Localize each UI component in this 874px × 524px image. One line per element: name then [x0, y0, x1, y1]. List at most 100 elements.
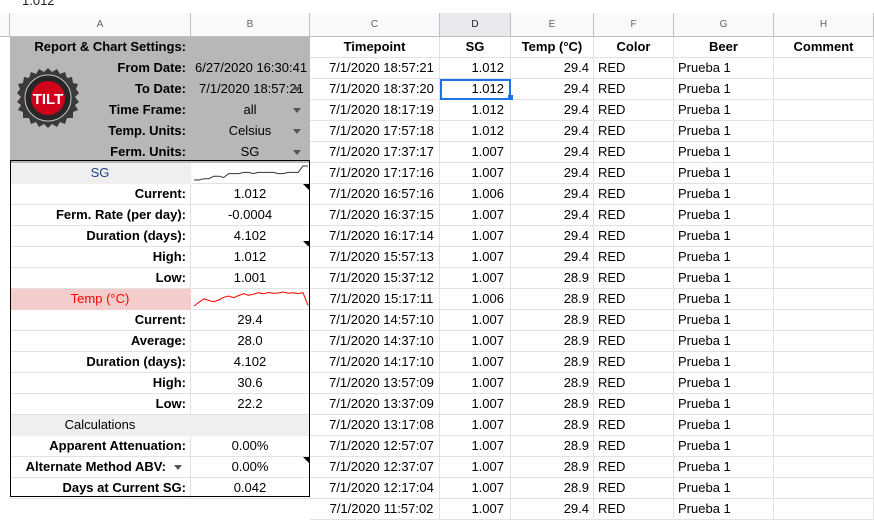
beer-cell[interactable]: Prueba 1: [674, 415, 774, 436]
beer-cell[interactable]: Prueba 1: [674, 352, 774, 373]
sg-cell[interactable]: 1.007: [440, 142, 511, 163]
color-cell[interactable]: RED: [594, 436, 674, 457]
comment-cell[interactable]: [774, 331, 874, 352]
temp-cell[interactable]: 28.9: [511, 457, 594, 478]
color-cell[interactable]: RED: [594, 142, 674, 163]
beer-cell[interactable]: Prueba 1: [674, 121, 774, 142]
comment-cell[interactable]: [774, 289, 874, 310]
color-cell[interactable]: RED: [594, 100, 674, 121]
beer-cell[interactable]: Prueba 1: [674, 436, 774, 457]
beer-cell[interactable]: Prueba 1: [674, 205, 774, 226]
comment-cell[interactable]: [774, 226, 874, 247]
timepoint-cell[interactable]: 7/1/2020 15:37:12: [310, 268, 440, 289]
comment-cell[interactable]: [774, 352, 874, 373]
timepoint-cell[interactable]: 7/1/2020 16:17:14: [310, 226, 440, 247]
beer-cell[interactable]: Prueba 1: [674, 142, 774, 163]
comment-cell[interactable]: [774, 142, 874, 163]
beer-cell[interactable]: Prueba 1: [674, 289, 774, 310]
color-cell[interactable]: RED: [594, 478, 674, 499]
timepoint-cell[interactable]: 7/1/2020 16:37:15: [310, 205, 440, 226]
timepoint-cell[interactable]: 7/1/2020 15:17:11: [310, 289, 440, 310]
from-date-value[interactable]: 6/27/2020 16:30:41: [191, 58, 310, 79]
temp-cell[interactable]: 29.4: [511, 184, 594, 205]
temp-cell[interactable]: 29.4: [511, 142, 594, 163]
color-cell[interactable]: RED: [594, 163, 674, 184]
selection-fill-handle[interactable]: [508, 95, 513, 100]
color-cell[interactable]: RED: [594, 247, 674, 268]
comment-cell[interactable]: [774, 100, 874, 121]
timepoint-cell[interactable]: 7/1/2020 13:57:09: [310, 373, 440, 394]
comment-cell[interactable]: [774, 415, 874, 436]
color-cell[interactable]: RED: [594, 499, 674, 520]
timepoint-cell[interactable]: 7/1/2020 18:57:21: [310, 58, 440, 79]
formula-bar[interactable]: 1.012: [0, 0, 874, 13]
color-cell[interactable]: RED: [594, 457, 674, 478]
sg-cell[interactable]: 1.007: [440, 268, 511, 289]
timepoint-cell[interactable]: 7/1/2020 16:57:16: [310, 184, 440, 205]
color-cell[interactable]: RED: [594, 79, 674, 100]
temp-cell[interactable]: 29.4: [511, 100, 594, 121]
timepoint-cell[interactable]: 7/1/2020 11:57:02: [310, 499, 440, 520]
column-header-g[interactable]: G: [674, 13, 774, 37]
beer-cell[interactable]: Prueba 1: [674, 499, 774, 520]
comment-cell[interactable]: [774, 184, 874, 205]
temp-cell[interactable]: 28.9: [511, 310, 594, 331]
abv-method-select[interactable]: Alternate Method ABV:: [10, 457, 191, 478]
column-header-e[interactable]: E: [511, 13, 594, 37]
sg-cell[interactable]: 1.007: [440, 226, 511, 247]
comment-cell[interactable]: [774, 121, 874, 142]
note-indicator-icon[interactable]: [303, 184, 309, 190]
beer-cell[interactable]: Prueba 1: [674, 310, 774, 331]
sg-cell[interactable]: 1.012: [440, 79, 511, 100]
color-cell[interactable]: RED: [594, 268, 674, 289]
comment-cell[interactable]: [774, 310, 874, 331]
beer-cell[interactable]: Prueba 1: [674, 163, 774, 184]
timepoint-cell[interactable]: 7/1/2020 18:37:20: [310, 79, 440, 100]
column-header-d[interactable]: D: [440, 13, 511, 37]
column-header-f[interactable]: F: [594, 13, 674, 37]
sg-cell[interactable]: 1.007: [440, 415, 511, 436]
timepoint-cell[interactable]: 7/1/2020 13:17:08: [310, 415, 440, 436]
sg-cell[interactable]: 1.007: [440, 205, 511, 226]
sg-cell[interactable]: 1.012: [440, 121, 511, 142]
temp-cell[interactable]: 29.4: [511, 58, 594, 79]
color-cell[interactable]: RED: [594, 58, 674, 79]
beer-cell[interactable]: Prueba 1: [674, 478, 774, 499]
time-frame-select[interactable]: all: [191, 100, 310, 121]
comment-cell[interactable]: [774, 394, 874, 415]
to-date-value[interactable]: 7/1/2020 18:57:21: [191, 79, 310, 100]
sg-cell[interactable]: 1.007: [440, 478, 511, 499]
timepoint-cell[interactable]: 7/1/2020 17:17:16: [310, 163, 440, 184]
temp-cell[interactable]: 28.9: [511, 415, 594, 436]
color-cell[interactable]: RED: [594, 184, 674, 205]
chevron-down-icon[interactable]: [293, 150, 301, 155]
sg-cell[interactable]: 1.007: [440, 163, 511, 184]
timepoint-cell[interactable]: 7/1/2020 18:17:19: [310, 100, 440, 121]
column-header-b[interactable]: B: [191, 13, 310, 37]
beer-cell[interactable]: Prueba 1: [674, 268, 774, 289]
sg-cell[interactable]: 1.006: [440, 184, 511, 205]
ferm-units-select[interactable]: SG: [191, 142, 310, 163]
temp-cell[interactable]: 28.9: [511, 436, 594, 457]
color-cell[interactable]: RED: [594, 205, 674, 226]
beer-cell[interactable]: Prueba 1: [674, 394, 774, 415]
corner-select-all[interactable]: [0, 13, 10, 37]
temp-cell[interactable]: 28.9: [511, 289, 594, 310]
beer-cell[interactable]: Prueba 1: [674, 58, 774, 79]
sg-cell[interactable]: 1.007: [440, 310, 511, 331]
timepoint-cell[interactable]: 7/1/2020 12:57:07: [310, 436, 440, 457]
sg-cell[interactable]: 1.007: [440, 247, 511, 268]
comment-cell[interactable]: [774, 247, 874, 268]
temp-cell[interactable]: 28.9: [511, 478, 594, 499]
timepoint-cell[interactable]: 7/1/2020 14:17:10: [310, 352, 440, 373]
temp-cell[interactable]: 29.4: [511, 499, 594, 520]
temp-cell[interactable]: 28.9: [511, 394, 594, 415]
timepoint-cell[interactable]: 7/1/2020 17:37:17: [310, 142, 440, 163]
temp-units-select[interactable]: Celsius: [191, 121, 310, 142]
timepoint-cell[interactable]: 7/1/2020 13:37:09: [310, 394, 440, 415]
sg-cell[interactable]: 1.012: [440, 100, 511, 121]
comment-cell[interactable]: [774, 373, 874, 394]
sg-cell[interactable]: 1.007: [440, 499, 511, 520]
color-cell[interactable]: RED: [594, 310, 674, 331]
chevron-down-icon[interactable]: [174, 465, 182, 470]
